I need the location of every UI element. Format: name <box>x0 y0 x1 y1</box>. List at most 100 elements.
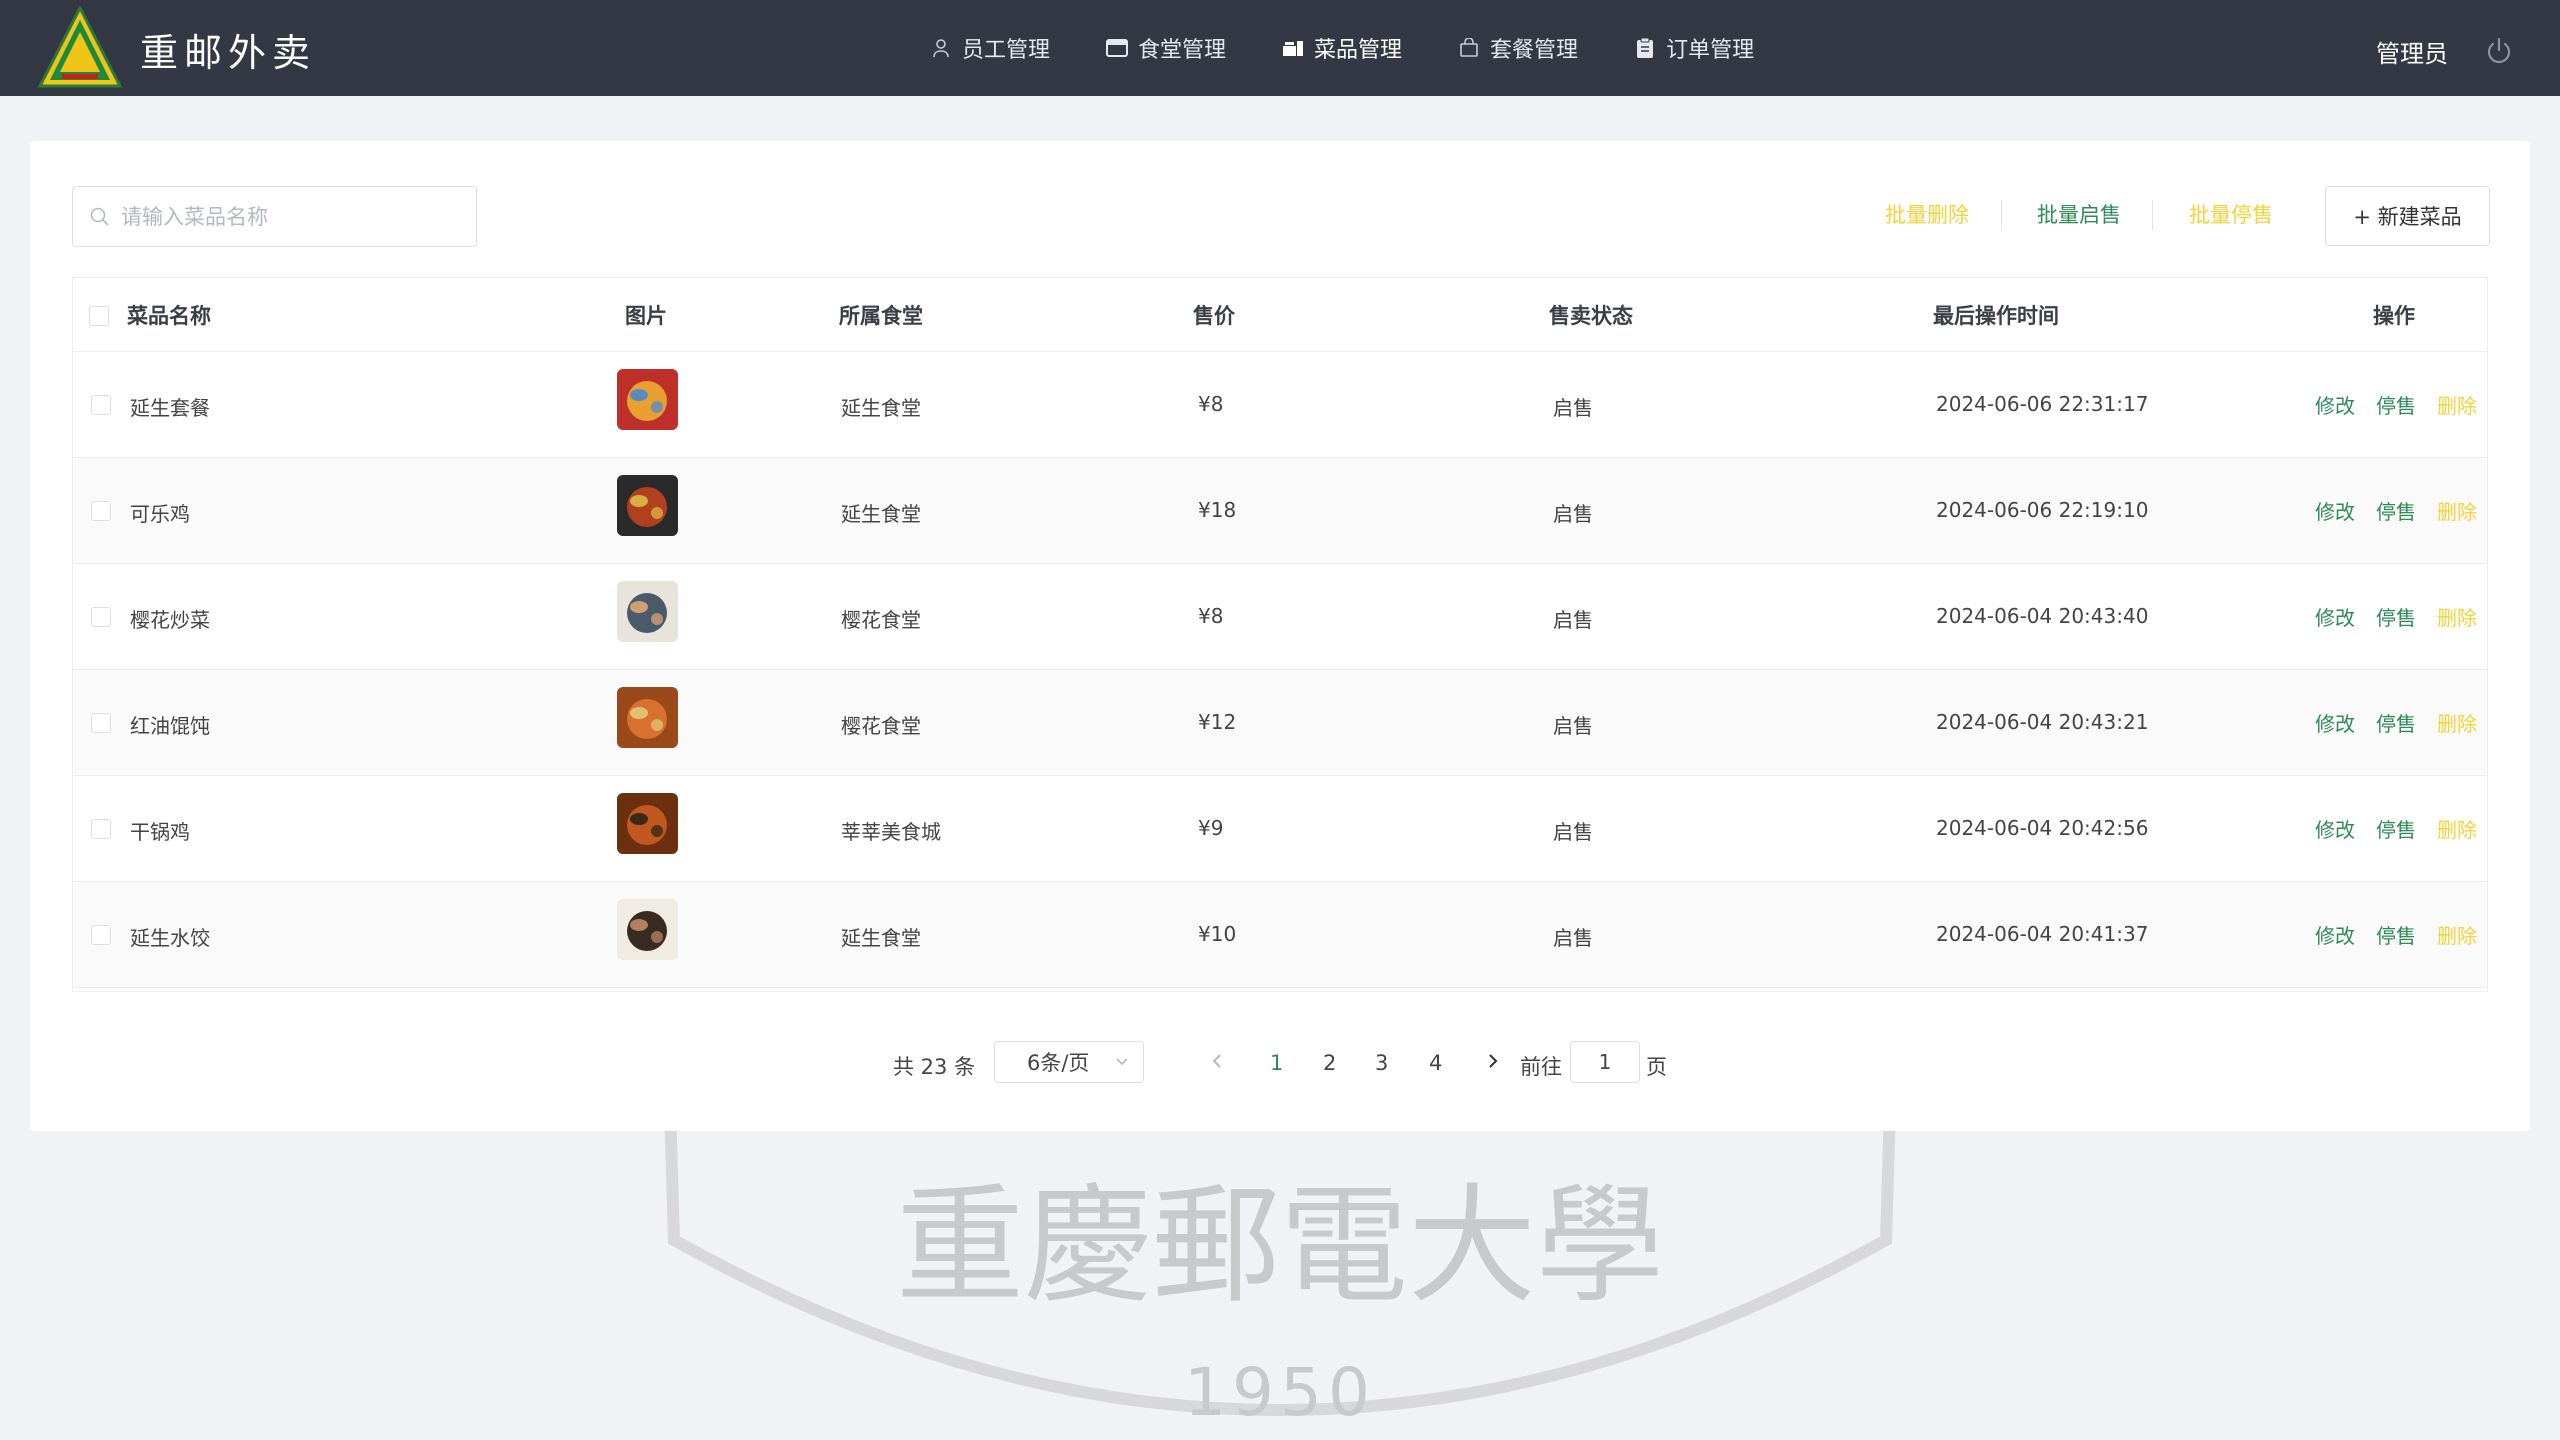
table-header: 菜品名称 图片 所属食堂 售价 售卖状态 最后操作时间 操作 <box>73 278 2487 352</box>
nav-label-staff: 员工管理 <box>962 38 1051 63</box>
edit-button[interactable]: 修改 <box>2315 390 2355 419</box>
bag-icon <box>1458 37 1480 59</box>
row-checkbox[interactable] <box>91 713 111 733</box>
disable-button[interactable]: 停售 <box>2376 602 2416 631</box>
nav-item-dish[interactable]: 菜品管理 <box>1282 0 1402 96</box>
dish-icon <box>1282 37 1304 59</box>
next-page-icon[interactable] <box>1481 1049 1505 1073</box>
dish-image <box>617 581 678 642</box>
dish-status: 启售 <box>1553 714 1593 738</box>
admin-user[interactable]: 管理员 <box>2376 34 2448 69</box>
page-3[interactable]: 3 <box>1375 1051 1388 1075</box>
dish-updated-time: 2024-06-04 20:43:40 <box>1936 604 2149 628</box>
delete-button[interactable]: 删除 <box>2437 390 2477 419</box>
table-row: 红油馄饨 樱花食堂 ¥12 启售 2024-06-04 20:43:21 修改 … <box>73 670 2487 776</box>
batch-enable-button[interactable]: 批量启售 <box>2037 199 2121 229</box>
page-2[interactable]: 2 <box>1323 1051 1336 1075</box>
nav-label-canteen: 食堂管理 <box>1138 38 1227 63</box>
dish-panel: 批量删除 批量启售 批量停售 + 新建菜品 菜品名称 图片 所属食堂 售价 售卖… <box>30 141 2530 1131</box>
col-actions: 操作 <box>2373 304 2415 328</box>
table-row: 干锅鸡 莘莘美食城 ¥9 启售 2024-06-04 20:42:56 修改 停… <box>73 776 2487 882</box>
nav-item-order[interactable]: 订单管理 <box>1634 0 1754 96</box>
main-nav: 员工管理 食堂管理 菜品管理 套餐管理 订单管理 <box>930 0 1810 96</box>
dish-updated-time: 2024-06-06 22:19:10 <box>1936 498 2149 522</box>
delete-button[interactable]: 删除 <box>2437 814 2477 843</box>
dish-status: 启售 <box>1553 502 1593 526</box>
select-all-checkbox[interactable] <box>89 306 109 326</box>
prev-page-icon[interactable] <box>1205 1049 1229 1073</box>
row-checkbox[interactable] <box>91 925 111 945</box>
nav-item-combo[interactable]: 套餐管理 <box>1458 0 1578 96</box>
edit-button[interactable]: 修改 <box>2315 920 2355 949</box>
delete-button[interactable]: 删除 <box>2437 602 2477 631</box>
dish-price: ¥8 <box>1198 392 1224 416</box>
dish-price: ¥10 <box>1198 922 1237 946</box>
col-image: 图片 <box>625 304 667 328</box>
disable-button[interactable]: 停售 <box>2376 814 2416 843</box>
pagination: 共 23 条 6条/页 1 2 3 4 前往 页 <box>30 1041 2530 1085</box>
edit-button[interactable]: 修改 <box>2315 814 2355 843</box>
dish-updated-time: 2024-06-04 20:43:21 <box>1936 710 2149 734</box>
delete-button[interactable]: 删除 <box>2437 708 2477 737</box>
dish-updated-time: 2024-06-06 22:31:17 <box>1936 392 2149 416</box>
nav-item-canteen[interactable]: 食堂管理 <box>1106 0 1226 96</box>
col-status: 售卖状态 <box>1549 304 1633 328</box>
top-navbar: 重邮外卖 员工管理 食堂管理 菜品管理 套餐管理 订单管理 管理员 <box>0 0 2560 96</box>
batch-delete-button[interactable]: 批量删除 <box>1885 199 1969 229</box>
dish-image <box>617 475 678 536</box>
batch-disable-button[interactable]: 批量停售 <box>2189 199 2273 229</box>
edit-button[interactable]: 修改 <box>2315 708 2355 737</box>
nav-item-staff[interactable]: 员工管理 <box>930 0 1050 96</box>
power-icon[interactable] <box>2484 36 2514 66</box>
table-row: 延生水饺 延生食堂 ¥10 启售 2024-06-04 20:41:37 修改 … <box>73 882 2487 988</box>
dish-canteen: 樱花食堂 <box>841 714 921 738</box>
user-icon <box>930 37 952 59</box>
search-box[interactable] <box>72 186 477 247</box>
disable-button[interactable]: 停售 <box>2376 708 2416 737</box>
disable-button[interactable]: 停售 <box>2376 920 2416 949</box>
row-checkbox[interactable] <box>91 395 111 415</box>
dish-name: 可乐鸡 <box>130 502 190 526</box>
row-checkbox[interactable] <box>91 819 111 839</box>
new-dish-button[interactable]: + 新建菜品 <box>2325 186 2490 246</box>
search-icon <box>90 207 109 226</box>
disable-button[interactable]: 停售 <box>2376 496 2416 525</box>
dish-price: ¥18 <box>1198 498 1237 522</box>
row-checkbox[interactable] <box>91 501 111 521</box>
dish-canteen: 延生食堂 <box>841 926 921 950</box>
table-row: 樱花炒菜 樱花食堂 ¥8 启售 2024-06-04 20:43:40 修改 停… <box>73 564 2487 670</box>
dish-price: ¥12 <box>1198 710 1237 734</box>
edit-button[interactable]: 修改 <box>2315 602 2355 631</box>
dish-status: 启售 <box>1553 396 1593 420</box>
table-row: 延生套餐 延生食堂 ¥8 启售 2024-06-06 22:31:17 修改 停… <box>73 352 2487 458</box>
delete-button[interactable]: 删除 <box>2437 920 2477 949</box>
nav-label-order: 订单管理 <box>1666 38 1755 63</box>
row-checkbox[interactable] <box>91 607 111 627</box>
page-1[interactable]: 1 <box>1270 1051 1283 1075</box>
disable-button[interactable]: 停售 <box>2376 390 2416 419</box>
edit-button[interactable]: 修改 <box>2315 496 2355 525</box>
dish-image <box>617 687 678 748</box>
toolbar-divider <box>2001 200 2002 230</box>
clipboard-icon <box>1634 37 1656 59</box>
dish-name: 延生套餐 <box>130 396 210 420</box>
dish-status: 启售 <box>1553 820 1593 844</box>
dish-status: 启售 <box>1553 608 1593 632</box>
watermark-name: 重慶郵電大學 <box>896 1172 1664 1321</box>
dish-name: 樱花炒菜 <box>130 608 210 632</box>
brand-title: 重邮外卖 <box>140 31 317 75</box>
dish-image <box>617 369 678 430</box>
goto-label: 前往 <box>1520 1055 1562 1079</box>
table-row: 可乐鸡 延生食堂 ¥18 启售 2024-06-06 22:19:10 修改 停… <box>73 458 2487 564</box>
dish-canteen: 延生食堂 <box>841 502 921 526</box>
dish-image <box>617 793 678 854</box>
page-size-select[interactable]: 6条/页 <box>994 1041 1144 1083</box>
toolbar-divider <box>2152 200 2153 230</box>
page-4[interactable]: 4 <box>1429 1051 1442 1075</box>
dish-price: ¥9 <box>1198 816 1224 840</box>
dish-canteen: 莘莘美食城 <box>841 820 941 844</box>
delete-button[interactable]: 删除 <box>2437 496 2477 525</box>
goto-page-input[interactable] <box>1570 1041 1640 1083</box>
search-input[interactable] <box>121 204 451 229</box>
dish-updated-time: 2024-06-04 20:41:37 <box>1936 922 2149 946</box>
